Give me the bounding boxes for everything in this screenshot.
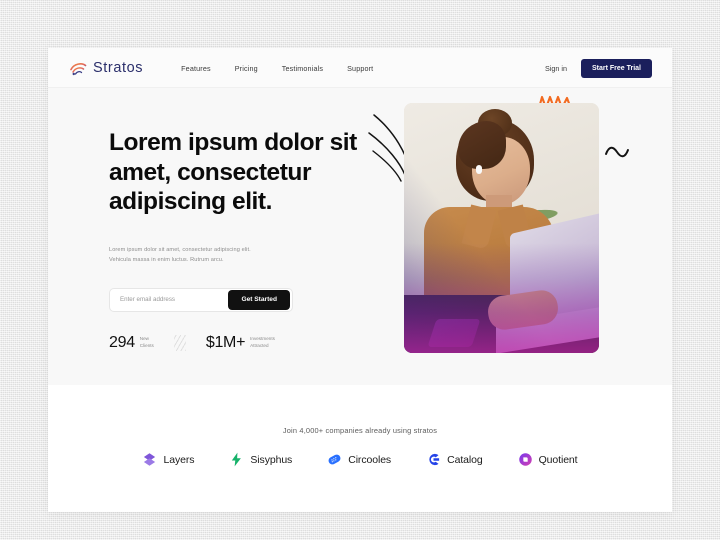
logo-label: Circooles xyxy=(348,453,392,466)
email-input[interactable] xyxy=(110,295,229,305)
nav-link-testimonials[interactable]: Testimonials xyxy=(282,64,323,73)
nav-actions: Sign in Start Free Trial xyxy=(545,58,652,78)
c-ring-icon xyxy=(429,453,440,466)
email-signup-form: Get Started xyxy=(109,287,293,312)
layers-diamond-icon xyxy=(144,453,156,466)
hero-headline: Lorem ipsum dolor sit amet, consectetur … xyxy=(109,129,357,216)
start-free-trial-button[interactable]: Start Free Trial xyxy=(580,58,652,78)
photo-magenta-gradient-overlay xyxy=(404,103,599,353)
logo-item-catalog[interactable]: Catalog xyxy=(426,452,483,467)
website-card: Stratos Features Pricing Testimonials Su… xyxy=(48,48,672,512)
stat-investments: $1M+ Investments Attracted xyxy=(206,334,275,352)
circle-q-icon xyxy=(518,453,532,466)
get-started-button[interactable]: Get Started xyxy=(228,289,290,310)
logo-row: Layers Sisyphus Circooles Catalog Quotie… xyxy=(48,452,672,467)
logo-item-quotient[interactable]: Quotient xyxy=(518,452,578,467)
stat-new-clients: 294 New Clients xyxy=(109,334,154,352)
hero-content: Lorem ipsum dolor sit amet, consectetur … xyxy=(109,128,379,352)
stat-number: $1M+ xyxy=(205,333,246,351)
hero-subtext: Lorem ipsum dolor sit amet, consectetur … xyxy=(109,246,251,264)
hero-image-block xyxy=(368,95,629,353)
logos-heading: Join 4,000+ companies already using stra… xyxy=(282,426,438,435)
nav-links: Features Pricing Testimonials Support xyxy=(181,64,373,73)
nav-link-pricing[interactable]: Pricing xyxy=(235,64,258,73)
stat-divider xyxy=(173,334,186,351)
logo-item-circooles[interactable]: Circooles xyxy=(327,452,391,467)
stat-number: 294 xyxy=(109,333,135,351)
lightning-bolt-icon xyxy=(232,452,242,467)
nav-link-support[interactable]: Support xyxy=(347,64,373,73)
brand-logo[interactable]: Stratos xyxy=(70,60,143,76)
logos-section: Join 4,000+ companies already using stra… xyxy=(48,385,672,512)
brand-name: Stratos xyxy=(93,60,144,76)
black-tilde-decoration xyxy=(605,146,629,158)
nav-link-features[interactable]: Features xyxy=(181,64,211,73)
logo-label: Sisyphus xyxy=(250,453,293,466)
dotted-capsule-icon xyxy=(328,454,341,465)
hero-stats: 294 New Clients $1M+ Investments Attract… xyxy=(109,334,379,352)
stat-label: Investments Attracted xyxy=(250,335,275,348)
navbar: Stratos Features Pricing Testimonials Su… xyxy=(48,48,672,88)
hero-section: Lorem ipsum dolor sit amet, consectetur … xyxy=(48,88,672,385)
hero-photo xyxy=(404,103,599,353)
logo-item-layers[interactable]: Layers xyxy=(142,452,195,467)
logo-label: Quotient xyxy=(538,453,578,466)
wifi-bird-icon xyxy=(70,62,87,75)
logo-label: Layers xyxy=(163,453,195,466)
logo-item-sisyphus[interactable]: Sisyphus xyxy=(229,452,292,467)
logo-label: Catalog xyxy=(447,453,483,466)
stat-label: New Clients xyxy=(139,335,154,348)
sign-in-link[interactable]: Sign in xyxy=(545,64,567,73)
